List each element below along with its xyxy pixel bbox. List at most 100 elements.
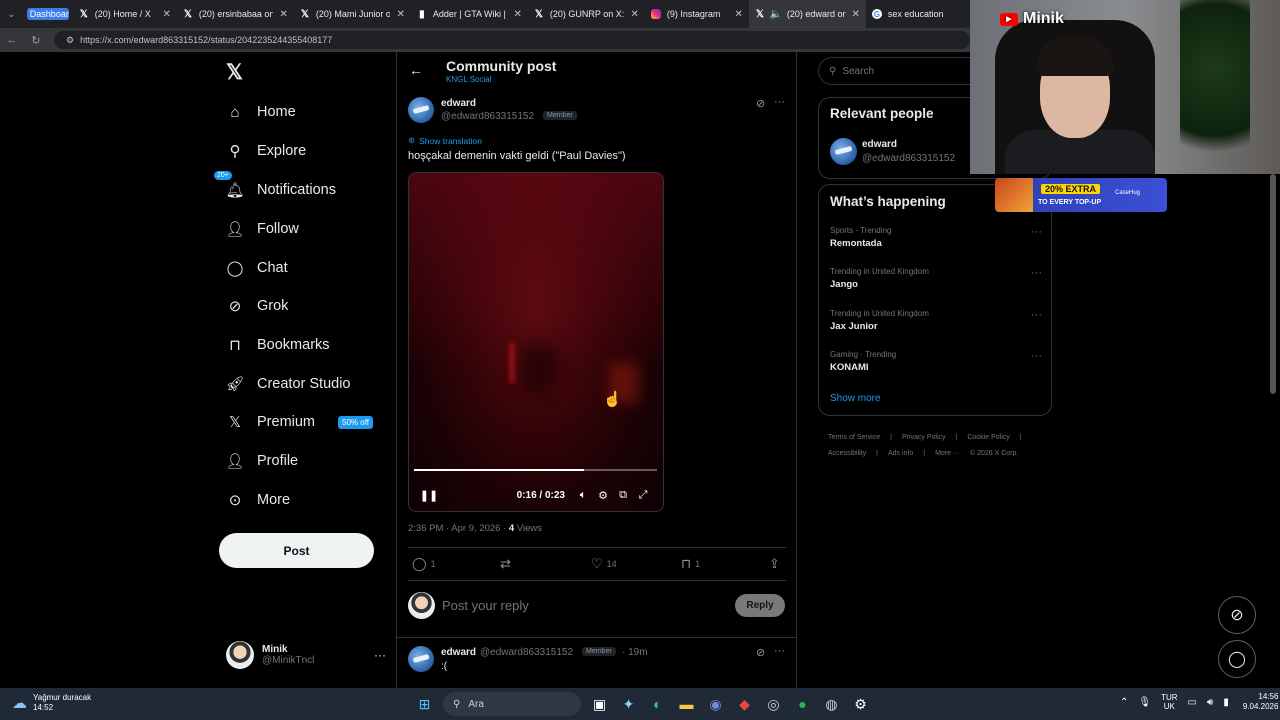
app-icon[interactable]: ◆: [730, 692, 759, 716]
footer-link[interactable]: Ads info: [888, 450, 913, 457]
close-icon[interactable]: ✕: [735, 9, 743, 20]
trend-item[interactable]: Gaming · Trending KONAMI ···: [830, 350, 1042, 373]
video-player[interactable]: ❚❚ 0:16 / 0:23 🔈︎ ⚙ ⧉ ⤢: [408, 172, 664, 512]
bookmark-action[interactable]: ⊓ 1: [681, 556, 700, 572]
footer-link[interactable]: Privacy Policy: [902, 434, 946, 441]
footer-link[interactable]: More ···: [935, 450, 960, 457]
settings-icon[interactable]: ⚙: [593, 489, 613, 502]
reply-input[interactable]: Post your reply: [442, 598, 529, 613]
settings-icon[interactable]: ⚙: [846, 692, 875, 716]
tab-mami-junior[interactable]: 𝕏(20) Mami Junior on X: "✕: [294, 0, 411, 28]
trend-item[interactable]: Sports · Trending Remontada ···: [830, 226, 1042, 249]
weather-widget[interactable]: ☁ Yağmur duracak 14:52: [12, 693, 91, 713]
nav-bookmarks[interactable]: ⊓ Bookmarks: [226, 333, 329, 357]
show-more-link[interactable]: Show more: [830, 393, 881, 404]
tab-search-icon[interactable]: ⌄: [0, 0, 23, 28]
clock[interactable]: 14:56 9.04.2026: [1243, 692, 1279, 712]
site-info-icon[interactable]: ⚙: [66, 35, 74, 46]
nav-chat[interactable]: ◯ Chat: [226, 256, 288, 280]
x-logo-icon[interactable]: 𝕏: [226, 60, 243, 85]
edge-icon[interactable]: ◐: [643, 692, 672, 716]
pause-icon[interactable]: ❚❚: [419, 489, 439, 502]
nav-profile[interactable]: 👤︎ Profile: [225, 449, 298, 473]
file-explorer-icon[interactable]: ▬: [672, 692, 701, 716]
tab-edward[interactable]: 𝕏🔈(20) edward on X: "✕: [748, 0, 866, 28]
account-switcher[interactable]: Minik @MinikTncl ···: [226, 641, 386, 669]
reply-author-handle[interactable]: @edward863315152: [480, 647, 573, 658]
fullscreen-icon[interactable]: ⤢: [633, 489, 653, 502]
share-action[interactable]: ⇪: [769, 556, 780, 572]
microphone-icon[interactable]: 🎙︎: [1138, 697, 1151, 708]
nav-follow[interactable]: 👤︎ Follow: [225, 217, 298, 241]
footer-link[interactable]: Terms of Service: [828, 434, 880, 441]
person-name[interactable]: edward: [862, 139, 897, 150]
tab-gta-wiki[interactable]: ▮Adder | GTA Wiki | Fandom✕: [411, 0, 528, 28]
tab-dashboard[interactable]: Dashboard: [23, 0, 73, 28]
reply-author-name[interactable]: edward: [441, 647, 476, 658]
author-name[interactable]: edward: [441, 98, 476, 109]
close-icon[interactable]: ✕: [630, 9, 638, 20]
tab-google[interactable]: Gsex education: [866, 0, 970, 28]
copilot-icon[interactable]: ✦: [614, 692, 643, 716]
back-icon[interactable]: ←: [0, 34, 24, 46]
back-arrow-icon[interactable]: ←: [409, 62, 423, 78]
close-icon[interactable]: ✕: [396, 9, 404, 20]
reload-icon[interactable]: ↻: [24, 34, 48, 47]
spotify-icon[interactable]: ●: [788, 692, 817, 716]
tab-home[interactable]: 𝕏 (20) Home / X ✕: [73, 0, 177, 28]
steam-icon[interactable]: ◎: [759, 692, 788, 716]
scrollbar[interactable]: [1270, 174, 1276, 394]
more-dots-icon[interactable]: ···: [774, 96, 785, 108]
obs-icon[interactable]: ◍: [817, 692, 846, 716]
pip-icon[interactable]: ⧉: [613, 489, 633, 502]
grok-icon[interactable]: ⊘: [756, 97, 765, 110]
more-dots-icon[interactable]: ···: [1031, 267, 1042, 279]
nav-explore[interactable]: ⚲ Explore: [226, 139, 307, 163]
author-avatar[interactable]: [408, 97, 434, 123]
task-view-icon[interactable]: ▣: [585, 692, 614, 716]
windows-start-icon[interactable]: ⊞: [410, 692, 439, 716]
nav-creator-studio[interactable]: 🚀︎ Creator Studio: [225, 372, 350, 396]
community-link[interactable]: KNGL Social: [446, 75, 492, 84]
url-field[interactable]: ⚙ https://x.com/edward863315152/status/2…: [54, 31, 970, 49]
tab-gunrp[interactable]: 𝕏(20) GUNRP on X: "HER✕: [528, 0, 645, 28]
nav-home[interactable]: ⌂ Home: [226, 100, 295, 124]
close-icon[interactable]: ✕: [852, 9, 860, 20]
like-action[interactable]: ♡ 14: [591, 556, 617, 572]
trend-item[interactable]: Trending in United Kingdom Jax Junior ···: [830, 309, 1042, 332]
footer-link[interactable]: Cookie Policy: [967, 434, 1009, 441]
reply-action[interactable]: ◯ 1: [412, 556, 436, 572]
more-dots-icon[interactable]: ···: [774, 645, 785, 657]
author-handle[interactable]: @edward863315152: [441, 111, 534, 122]
discord-icon[interactable]: ◉: [701, 692, 730, 716]
avatar[interactable]: [830, 138, 857, 165]
chevron-up-icon[interactable]: ⌃: [1120, 697, 1128, 708]
reply-author-avatar[interactable]: [408, 646, 434, 672]
more-dots-icon[interactable]: ···: [1031, 309, 1042, 321]
monitor-icon[interactable]: ▭: [1188, 697, 1197, 708]
tab-instagram[interactable]: (9) Instagram ✕: [645, 0, 749, 28]
video-progress-bar[interactable]: [414, 469, 657, 471]
trend-item[interactable]: Trending in United Kingdom Jango ···: [830, 267, 1042, 290]
close-icon[interactable]: ✕: [513, 9, 521, 20]
post-button[interactable]: Post: [219, 533, 374, 568]
more-dots-icon[interactable]: ···: [374, 648, 386, 662]
nav-grok[interactable]: ⊘ Grok: [226, 294, 289, 318]
tab-ersinbabaa[interactable]: 𝕏(20) ersinbabaa on X: "S✕: [177, 0, 294, 28]
repost-action[interactable]: ⇄: [500, 556, 515, 572]
chat-fab-button[interactable]: ◯: [1218, 640, 1256, 678]
battery-icon[interactable]: ▮: [1223, 697, 1229, 708]
volume-icon[interactable]: 🔈︎: [573, 489, 593, 502]
nav-notifications[interactable]: 🔔︎ 20+ Notifications: [214, 171, 336, 202]
language-indicator[interactable]: TUR UK: [1161, 693, 1177, 711]
speaker-icon[interactable]: 🔊︎: [1207, 697, 1213, 708]
grok-icon[interactable]: ⊘: [756, 646, 765, 659]
more-dots-icon[interactable]: ···: [1031, 350, 1042, 362]
close-icon[interactable]: ✕: [279, 9, 287, 20]
close-icon[interactable]: ✕: [162, 9, 170, 20]
nav-more[interactable]: ⊙ More: [226, 488, 290, 512]
person-handle[interactable]: @edward863315152: [862, 153, 955, 164]
nav-premium[interactable]: 𝕏 Premium 50% off: [226, 410, 373, 434]
grok-fab-button[interactable]: ⊘: [1218, 596, 1256, 634]
reply-button[interactable]: Reply: [735, 594, 785, 617]
